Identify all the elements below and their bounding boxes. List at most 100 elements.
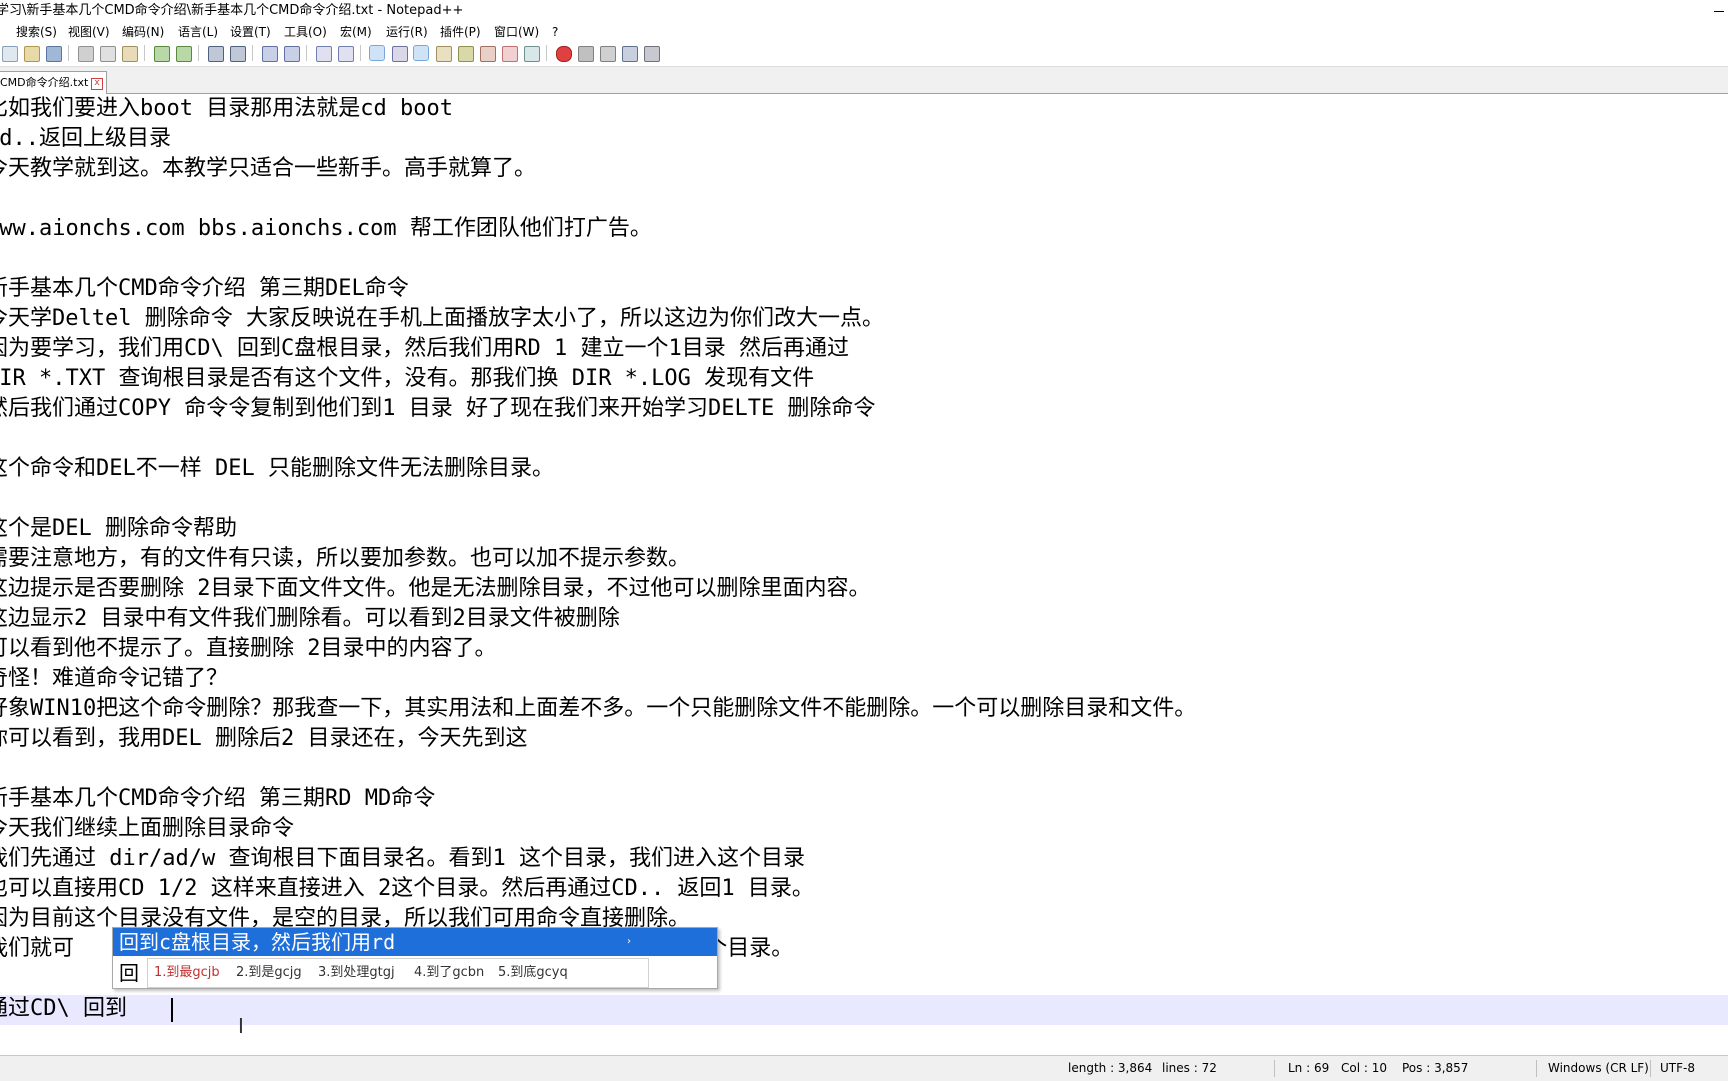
ime-candidate[interactable]: 2.到是gcjg xyxy=(236,959,302,987)
ime-composition-text: 回到c盘根目录，然后我们用rd xyxy=(119,930,396,954)
ibeam-cursor-icon: I xyxy=(238,1014,244,1038)
editor-line: 我们先通过 dir/ad/w 查询根目下面目录名。看到1 这个目录，我们进入这个… xyxy=(0,846,805,871)
find-icon[interactable] xyxy=(208,46,224,62)
menu-search[interactable]: 搜索(S) xyxy=(16,22,57,42)
macro-play-icon[interactable] xyxy=(600,46,616,62)
editor-line: 这个是DEL 删除命令帮助 xyxy=(0,516,237,541)
toolbar-separator xyxy=(252,45,253,61)
editor-line: 奇怪！难道命令记错了？ xyxy=(0,666,229,691)
menu-run[interactable]: 运行(R) xyxy=(386,22,428,42)
editor-area[interactable]: 比如我们要进入boot 目录那用法就是cd boot cd..返回上级目录 今天教学… xyxy=(0,94,1728,1052)
ime-next-arrow-icon[interactable]: › xyxy=(627,936,631,947)
redo-icon[interactable] xyxy=(176,46,192,62)
ime-candidate-panel: 1.到最gcjb 2.到是gcjg 3.到处理gtgj 4.到了gcbn 5.到… xyxy=(147,958,649,988)
editor-line: 这边提示是否要删除 2目录下面文件文件。他是无法删除目录，不过他可以删除里面内容… xyxy=(0,576,871,601)
editor-line: 新手基本几个CMD命令介绍 第三期RD MD命令 xyxy=(0,786,436,811)
menu-window[interactable]: 窗口(W) xyxy=(494,22,539,42)
folder-workspace-icon[interactable] xyxy=(480,46,496,62)
monitoring-icon[interactable] xyxy=(502,46,518,62)
current-line-highlight xyxy=(0,995,1728,1025)
editor-line: DIR *.TXT 查询根目录是否有这个文件，没有。那我们换 DIR *.LOG… xyxy=(0,366,815,391)
paste-icon[interactable] xyxy=(122,46,138,62)
tab-cmd-file[interactable]: CMD命令介绍.txt x xyxy=(0,71,107,94)
close-icon[interactable]: x xyxy=(91,78,103,90)
menu-macro[interactable]: 宏(M) xyxy=(340,22,372,42)
editor-line: 这边显示2 目录中有文件我们删除看。可以看到2目录文件被删除 xyxy=(0,606,620,631)
show-all-chars-icon[interactable] xyxy=(392,46,408,62)
toolbar-separator xyxy=(546,45,547,61)
editor-line: 比如我们要进入boot 目录那用法就是cd boot xyxy=(0,96,453,121)
tab-label: CMD命令介绍.txt xyxy=(0,76,89,89)
editor-line: 今天我们继续上面删除目录命令 xyxy=(0,816,295,841)
editor-line: 今天学Deltel 删除命令 大家反映说在手机上面播放字太小了，所以这边为你们改… xyxy=(0,306,884,331)
toolbar-separator xyxy=(144,45,145,61)
toolbar-separator xyxy=(306,45,307,61)
macro-run-multiple-icon[interactable] xyxy=(622,46,638,62)
status-length: length : 3,864 xyxy=(1068,1061,1153,1075)
minimize-button[interactable] xyxy=(1714,0,1728,22)
toolbar xyxy=(0,42,1728,67)
ime-candidate-row: 回 1.到最gcjb 2.到是gcjg 3.到处理gtgj 4.到了gcbn 5… xyxy=(113,958,717,988)
cut-icon[interactable] xyxy=(78,46,94,62)
editor-line: 可以看到他不提示了。直接删除 2目录中的内容了。 xyxy=(0,636,497,661)
zoom-in-icon[interactable] xyxy=(262,46,278,62)
menu-bar: 搜索(S) 视图(V) 编码(N) 语言(L) 设置(T) 工具(O) 宏(M)… xyxy=(0,22,1728,42)
ime-candidate[interactable]: 4.到了gcbn xyxy=(414,959,484,987)
menu-encoding[interactable]: 编码(N) xyxy=(122,22,164,42)
toolbar-separator xyxy=(68,45,69,61)
ime-candidate[interactable]: 3.到处理gtgj xyxy=(318,959,395,987)
editor-line: 新手基本几个CMD命令介绍 第三期DEL命令 xyxy=(0,276,409,301)
function-list-icon[interactable] xyxy=(458,46,474,62)
ime-candidate[interactable]: 1.到最gcjb xyxy=(154,959,220,987)
text-caret xyxy=(171,998,173,1022)
sync-horizontal-icon[interactable] xyxy=(338,46,354,62)
status-eol[interactable]: Windows (CR LF) xyxy=(1548,1056,1649,1081)
menu-help[interactable]: ? xyxy=(552,22,558,42)
menu-tools[interactable]: 工具(O) xyxy=(284,22,327,42)
status-lines: lines : 72 xyxy=(1162,1061,1217,1075)
indent-guide-icon[interactable] xyxy=(413,45,429,61)
copy-icon[interactable] xyxy=(100,46,116,62)
editor-line: 今天教学就到这。本教学只适合一些新手。高手就算了。 xyxy=(0,156,537,181)
macro-save-icon[interactable] xyxy=(644,46,660,62)
editor-line: 因为要学习，我们用CD\ 回到C盘根目录，然后我们用RD 1 建立一个1目录 然… xyxy=(0,336,849,361)
menu-plugins[interactable]: 插件(P) xyxy=(440,22,481,42)
doc-map-icon[interactable] xyxy=(436,46,452,62)
replace-icon[interactable] xyxy=(230,46,246,62)
status-bar: length : 3,864 lines : 72 Ln : 69 Col : … xyxy=(0,1055,1728,1081)
status-divider xyxy=(1274,1060,1275,1077)
sync-vertical-icon[interactable] xyxy=(316,46,332,62)
ime-candidate[interactable]: 5.到底gcyq xyxy=(498,959,568,987)
status-divider xyxy=(1536,1060,1537,1077)
toolbar-separator xyxy=(198,45,199,61)
editor-line: www.aionchs.com bbs.aionchs.com 帮工作团队他们打… xyxy=(0,216,652,241)
editor-line: 通过CD\ 回到 xyxy=(0,996,127,1021)
status-divider xyxy=(1650,1060,1651,1077)
status-line-number: Ln : 69 xyxy=(1288,1061,1330,1075)
new-file-icon[interactable] xyxy=(2,46,18,62)
zoom-out-icon[interactable] xyxy=(284,46,300,62)
macro-record-icon[interactable] xyxy=(556,46,572,62)
eye-icon[interactable] xyxy=(524,46,540,62)
open-file-icon[interactable] xyxy=(24,46,40,62)
editor-line: 然后我们通过COPY 命令令复制到他们到1 目录 好了现在我们来开始学习DELT… xyxy=(0,396,876,421)
macro-stop-icon[interactable] xyxy=(578,46,594,62)
menu-view[interactable]: 视图(V) xyxy=(68,22,110,42)
editor-line: 好象WIN10把这个命令删除？那我查一下，其实用法和上面差不多。一个只能删除文件… xyxy=(0,696,1197,721)
word-wrap-icon[interactable] xyxy=(369,45,385,61)
status-column: Col : 10 xyxy=(1341,1061,1387,1075)
ime-row-char: 回 xyxy=(119,961,139,985)
toolbar-separator xyxy=(360,45,361,61)
editor-line: 你可以看到，我用DEL 删除后2 目录还在，今天先到这 xyxy=(0,726,528,751)
editor-line: 需要注意地方，有的文件有只读，所以要加参数。也可以加不提示参数。 xyxy=(0,546,691,571)
status-encoding[interactable]: UTF-8 xyxy=(1660,1056,1695,1081)
tab-bar: CMD命令介绍.txt x xyxy=(0,67,1728,94)
ime-candidate-window: 回到c盘根目录，然后我们用rd › 回 1.到最gcjb 2.到是gcjg 3.… xyxy=(112,927,718,989)
menu-settings[interactable]: 设置(T) xyxy=(230,22,271,42)
print-icon[interactable] xyxy=(46,46,62,62)
menu-file-fragment[interactable] xyxy=(0,22,2,42)
menu-language[interactable]: 语言(L) xyxy=(178,22,218,42)
status-position: Pos : 3,857 xyxy=(1402,1061,1469,1075)
undo-icon[interactable] xyxy=(154,46,170,62)
editor-line: 也可以直接用CD 1/2 这样来直接进入 2这个目录。然后再通过CD.. 返回1… xyxy=(0,876,814,901)
